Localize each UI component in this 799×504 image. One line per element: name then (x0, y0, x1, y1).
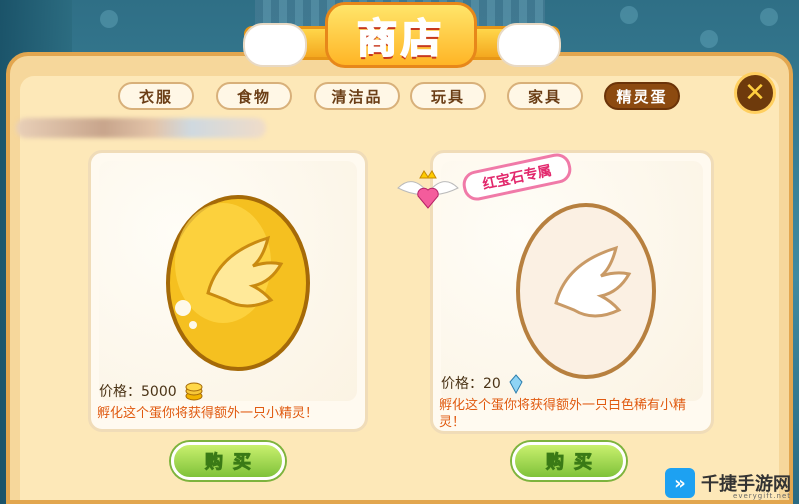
close-button[interactable]: ✕ (734, 72, 776, 114)
price-row: 价格：5000 (99, 381, 203, 402)
background-decoration (100, 10, 118, 28)
tab-label: 家具 (527, 87, 562, 106)
tab-label: 清洁品 (331, 87, 383, 106)
tab-label: 玩具 (430, 87, 465, 106)
tab-spirit-egg[interactable]: 精灵蛋 (604, 82, 680, 110)
shop-title-sign: 商店 (325, 2, 477, 68)
background-decoration (760, 8, 778, 26)
blurred-user-info (16, 118, 266, 138)
gold-coin-icon (185, 382, 203, 401)
blue-gem-icon (509, 374, 523, 395)
buy-button-gold-egg[interactable]: 购买 (171, 442, 285, 480)
tab-toys[interactable]: 玩具 (410, 82, 486, 110)
gold-egg-image[interactable] (153, 173, 323, 373)
price-label: 价格： (441, 376, 483, 392)
tab-label: 食物 (236, 87, 271, 106)
price-row: 价格：20 (441, 373, 523, 395)
buy-label: 购买 (205, 452, 261, 474)
tab-food[interactable]: 食物 (216, 82, 292, 110)
tab-label: 精灵蛋 (616, 87, 668, 106)
buy-button-white-egg[interactable]: 购买 (512, 442, 626, 480)
winged-heart-crown-icon (397, 170, 459, 209)
egg-card-gold: 价格：5000 孵化这个蛋你将获得额外一只小精灵！ (88, 150, 368, 432)
page-title: 商店 (356, 15, 445, 63)
cloud-decoration (243, 23, 307, 67)
buy-label: 购买 (546, 452, 602, 474)
item-description: 孵化这个蛋你将获得额外一只白色稀有小精灵！ (439, 398, 687, 430)
item-description: 孵化这个蛋你将获得额外一只小精灵！ (97, 406, 319, 421)
tab-label: 衣服 (138, 87, 173, 106)
cloud-decoration (497, 23, 561, 67)
price-value: 20 (483, 376, 501, 392)
watermark-logo-icon: » (665, 468, 695, 498)
price-label: 价格： (99, 384, 141, 400)
tab-clothes[interactable]: 衣服 (118, 82, 194, 110)
background-decoration (700, 30, 718, 48)
watermark: » 千捷手游网 everygift.net (665, 468, 791, 500)
tab-furniture[interactable]: 家具 (507, 82, 583, 110)
watermark-subtext: everygift.net (733, 492, 791, 500)
white-egg-image[interactable] (501, 191, 671, 391)
background-decoration (620, 6, 638, 24)
tab-cleaning[interactable]: 清洁品 (314, 82, 400, 110)
price-value: 5000 (141, 384, 177, 400)
close-x-icon: ✕ (744, 78, 766, 108)
